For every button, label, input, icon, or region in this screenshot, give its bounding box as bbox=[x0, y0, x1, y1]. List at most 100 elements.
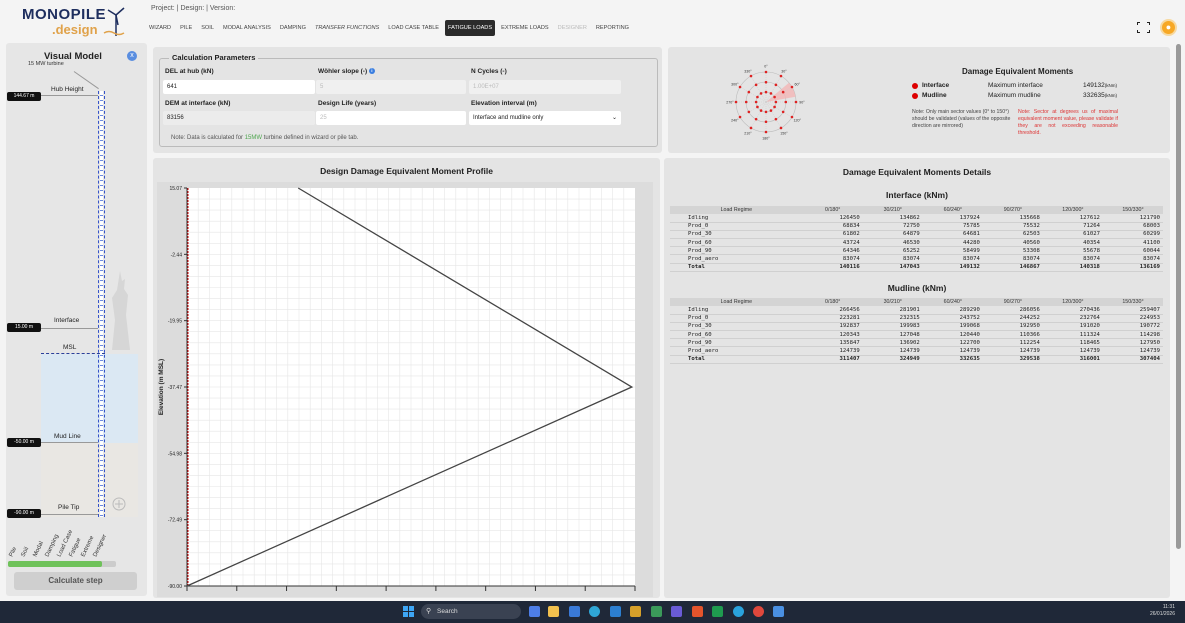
tab-fatigue-loads[interactable]: FATIGUE LOADS bbox=[445, 20, 496, 36]
tab-pile[interactable]: PILE bbox=[177, 20, 195, 36]
polar-point bbox=[756, 105, 759, 109]
store-icon[interactable] bbox=[610, 606, 621, 617]
parameters-title: Calculation Parameters bbox=[169, 53, 259, 62]
task-view-icon[interactable] bbox=[529, 606, 540, 617]
details-title: Damage Equivalent Moments Details bbox=[842, 167, 992, 177]
polar-point bbox=[764, 90, 768, 94]
statue-silhouette bbox=[112, 271, 130, 350]
tab-reporting[interactable]: REPORTING bbox=[593, 20, 632, 36]
y-axis-label: Elevation (m MSL) bbox=[158, 359, 165, 415]
fullscreen-icon[interactable] bbox=[1137, 22, 1150, 33]
step-pile[interactable]: Pile bbox=[9, 546, 19, 558]
mudline-table: Load Regime 0/180° 30/210° 60/240° 90/270° 12… bbox=[670, 298, 1163, 364]
visual-model-panel: Visual Model x 15 MW turbine 144.67 m 15… bbox=[6, 43, 147, 596]
column-header: 90/270° bbox=[982, 298, 1043, 306]
table-cell: 316001 bbox=[1042, 355, 1103, 364]
ncycles-label: N Cycles (-) bbox=[471, 68, 507, 75]
table-cell: Prod_90 bbox=[670, 246, 803, 256]
table-cell: Prod_0 bbox=[670, 222, 803, 231]
polar-angle-label: 210° bbox=[744, 132, 752, 136]
table-cell: Idling bbox=[670, 306, 803, 315]
polar-point bbox=[774, 100, 778, 104]
file-explorer-icon[interactable] bbox=[548, 606, 559, 617]
tab-wizard[interactable]: WIZARD bbox=[146, 20, 174, 36]
del-label: DEL at hub (kN) bbox=[165, 68, 214, 75]
teams-icon[interactable] bbox=[671, 606, 682, 617]
app-logo[interactable]: MONOPILE .design bbox=[22, 6, 132, 38]
step-progress-bar bbox=[8, 561, 116, 567]
tab-transfer-functions[interactable]: TRANSFER FUNCTIONS bbox=[312, 20, 382, 36]
turbine-link[interactable]: 15MW bbox=[245, 135, 262, 141]
table-cell: 124739 bbox=[1042, 346, 1103, 356]
windows-start-icon[interactable] bbox=[403, 606, 414, 617]
del-input[interactable]: 641 bbox=[163, 80, 315, 94]
tab-modal-analysis[interactable]: MODAL ANALYSIS bbox=[220, 20, 274, 36]
app-icon-sublime[interactable] bbox=[630, 606, 641, 617]
table-cell: Prod_90 bbox=[670, 338, 803, 348]
polar-point bbox=[764, 70, 768, 74]
page-scrollbar[interactable] bbox=[1176, 44, 1181, 549]
hub-elevation-badge: 144.67 m bbox=[7, 92, 41, 101]
app-icon-blue[interactable] bbox=[773, 606, 784, 617]
design-life-input[interactable]: 25 bbox=[316, 111, 466, 125]
step-soil[interactable]: Soil bbox=[21, 546, 31, 558]
tab-soil[interactable]: SOIL bbox=[198, 20, 217, 36]
table-row: Prod_30 61802 64879 64681 62503 61027 60299 bbox=[670, 230, 1163, 240]
table-cell: 61027 bbox=[1042, 230, 1103, 240]
app-icon-tools[interactable] bbox=[651, 606, 662, 617]
wohler-input[interactable]: 5 bbox=[316, 80, 466, 94]
clock-date: 26/01/2026 bbox=[1149, 611, 1175, 617]
hub-height-label: Hub Height bbox=[51, 86, 84, 93]
elevation-select-value: Interface and mudline only bbox=[473, 115, 544, 121]
mudline-elevation-badge: -50.00 m bbox=[7, 438, 41, 447]
table-cell: 149132 bbox=[922, 263, 983, 272]
table-cell: 223281 bbox=[802, 314, 863, 323]
column-header: 60/240° bbox=[922, 298, 983, 306]
table-cell: 332635 bbox=[922, 355, 983, 364]
table-cell: Total bbox=[670, 263, 803, 272]
info-icon[interactable]: i bbox=[368, 68, 375, 74]
app-icon-red[interactable] bbox=[753, 606, 764, 617]
table-cell: 111324 bbox=[1042, 330, 1103, 340]
table-cell: 311407 bbox=[802, 355, 863, 364]
polar-point bbox=[779, 126, 783, 130]
dem-details-panel: Damage Equivalent Moments Details Interf… bbox=[664, 158, 1170, 598]
y-tick-label: -54.98 bbox=[168, 451, 182, 457]
search-icon: ⚲ bbox=[426, 608, 432, 615]
polar-point bbox=[779, 74, 783, 78]
polar-point bbox=[756, 95, 759, 99]
elevation-interval-select[interactable]: Interface and mudline only ⌄ bbox=[469, 111, 621, 125]
main-nav: WIZARD PILE SOIL MODAL ANALYSIS DAMPING TRANS… bbox=[146, 20, 632, 36]
ncycles-input[interactable]: 1.00E+07 bbox=[469, 80, 621, 94]
column-header: 150/330° bbox=[1102, 206, 1163, 214]
table-cell: 40560 bbox=[982, 238, 1043, 248]
telegram-icon[interactable] bbox=[733, 606, 744, 617]
polar-spoke bbox=[739, 101, 767, 118]
calculate-step-button[interactable]: Calculate step bbox=[14, 572, 137, 590]
polar-point bbox=[769, 109, 773, 112]
column-header: 0/180° bbox=[802, 298, 863, 306]
polar-point bbox=[754, 117, 758, 121]
polar-point bbox=[759, 109, 763, 112]
close-icon[interactable]: x bbox=[127, 51, 137, 61]
table-cell: 135668 bbox=[982, 214, 1043, 223]
polar-angle-label: 90° bbox=[799, 101, 805, 105]
edge-browser-icon[interactable] bbox=[589, 606, 600, 617]
table-cell: 83074 bbox=[982, 254, 1043, 264]
tab-extreme-loads[interactable]: EXTREME LOADS bbox=[498, 20, 552, 36]
table-row: Idling 126450 134862 137924 135668 127612 1217… bbox=[670, 214, 1163, 223]
step-modal[interactable]: Modal bbox=[33, 541, 45, 558]
taskbar-search[interactable]: ⚲ Search bbox=[421, 604, 521, 619]
brave-browser-icon[interactable] bbox=[692, 606, 703, 617]
dem-summary-title: Damage Equivalent Moments bbox=[962, 67, 1074, 76]
table-cell: Idling bbox=[670, 214, 803, 223]
excel-icon[interactable] bbox=[712, 606, 723, 617]
polar-point bbox=[759, 92, 763, 95]
mail-icon[interactable] bbox=[569, 606, 580, 617]
tab-load-case-table[interactable]: LOAD CASE TABLE bbox=[385, 20, 442, 36]
tab-damping[interactable]: DAMPING bbox=[277, 20, 309, 36]
user-avatar-icon[interactable]: ● bbox=[1160, 19, 1177, 36]
column-header: 150/330° bbox=[1102, 298, 1163, 306]
mudline-level-line bbox=[41, 442, 98, 443]
dem-input[interactable]: 83156 bbox=[163, 111, 315, 125]
